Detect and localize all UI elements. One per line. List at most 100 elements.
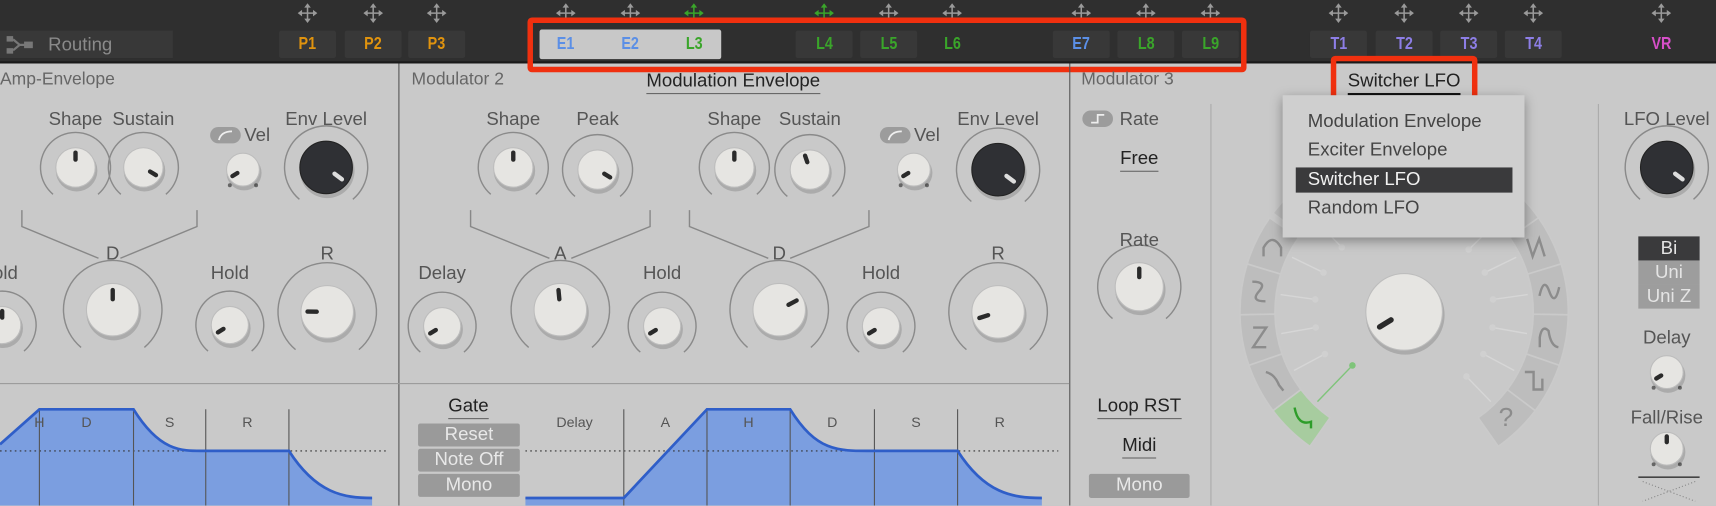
selector-spoke	[1281, 326, 1316, 335]
segment-label: A	[661, 415, 671, 431]
mod3-fall-rise-label: Fall/Rise	[1630, 407, 1703, 428]
knob-body	[861, 306, 901, 346]
sync-mode-selector[interactable]: Free	[1120, 148, 1159, 172]
knob-pointer	[215, 326, 226, 335]
modulator-2-title: Modulator 2	[411, 70, 504, 89]
mod2-d-label: D	[772, 242, 786, 264]
menu-item-exciter-envelope[interactable]: Exciter Envelope	[1308, 139, 1448, 161]
mod2-hold2-label: Hold	[861, 262, 901, 284]
mod2-hold1-label: Hold	[642, 262, 682, 284]
knob-pointer	[1654, 373, 1664, 381]
mod2-shape1-knob[interactable]	[469, 124, 557, 212]
menu-item-switcher-lfo[interactable]: Switcher LFO	[1308, 169, 1421, 191]
segment-label: D	[81, 415, 91, 431]
mod2-shape2-knob[interactable]	[691, 124, 779, 212]
s-curve-wave-segment[interactable]	[1239, 262, 1282, 316]
loop-reset-selector[interactable]: Loop RST	[1097, 395, 1182, 420]
amp-hold-knob[interactable]	[187, 282, 272, 367]
knob-body	[123, 147, 164, 188]
modulator-2-type-selector[interactable]: Modulation Envelope	[646, 70, 821, 95]
curve-icon	[887, 130, 902, 141]
rate-sync-toggle[interactable]	[1082, 110, 1114, 127]
selector-spoke	[1492, 293, 1528, 301]
knob-body	[971, 142, 1025, 197]
mod3-delay-knob[interactable]	[1642, 347, 1692, 397]
amp-env-level-knob[interactable]	[276, 117, 377, 218]
mod-envelope-graph[interactable]: Delay A H D S R	[525, 385, 1069, 506]
knob-pointer	[230, 170, 240, 179]
polarity-uni[interactable]: Uni	[1638, 260, 1700, 285]
hold-label-partial: old	[0, 262, 18, 284]
mod3-delay-label: Delay	[1642, 327, 1691, 349]
mod2-d-knob[interactable]	[721, 252, 837, 368]
knob-pointer	[428, 327, 438, 336]
step-icon	[1091, 114, 1105, 124]
mod3-fall-rise-knob[interactable]	[1642, 424, 1692, 474]
modulator-3-title: Modulator 3	[1081, 70, 1174, 89]
selector-spoke	[1492, 326, 1528, 335]
mod2-env-level-knob[interactable]	[948, 119, 1049, 220]
mod2-hold2-knob[interactable]	[838, 283, 923, 368]
sine-wave-segment[interactable]	[1526, 262, 1570, 316]
knob-body	[1649, 355, 1684, 390]
amp-env-level-label: Env Level	[285, 108, 367, 130]
knob-body	[422, 306, 462, 346]
amp-envelope-title: Amp-Envelope	[0, 70, 115, 89]
rate-toggle-label: Rate	[1119, 108, 1159, 130]
mod2-r-label: R	[991, 242, 1005, 264]
segment-label: D	[827, 415, 837, 431]
mono-button[interactable]: Mono	[1088, 473, 1190, 498]
amp-r-label: R	[320, 242, 334, 264]
gate-mode-selector[interactable]: Gate	[448, 395, 489, 420]
selector-spoke	[1483, 353, 1515, 372]
knob-pointer	[556, 287, 562, 302]
selector-spoke	[1293, 353, 1326, 372]
polarity-bi[interactable]: Bi	[1638, 236, 1700, 261]
midi-selector[interactable]: Midi	[1122, 434, 1157, 459]
curve-icon	[218, 130, 233, 141]
knob-pointer	[866, 327, 877, 336]
note-off-button[interactable]: Note Off	[418, 448, 520, 472]
menu-item-modulation-envelope[interactable]: Modulation Envelope	[1308, 111, 1482, 133]
mod2-sustain-label: Sustain	[778, 108, 841, 130]
knob-pointer	[802, 153, 810, 165]
fall-rise-indicator	[1638, 476, 1700, 502]
segment-label: R	[995, 415, 1005, 431]
mod2-a-knob[interactable]	[502, 252, 618, 368]
mod2-hold1-knob[interactable]	[619, 283, 704, 368]
mod3-lfo-level-label: LFO Level	[1623, 108, 1710, 130]
segment-label: R	[242, 415, 252, 431]
amp-d-knob[interactable]	[55, 252, 171, 368]
segment-label: S	[911, 415, 920, 431]
polarity-uni-z[interactable]: Uni Z	[1638, 284, 1700, 309]
reset-button[interactable]: Reset	[418, 423, 520, 447]
knob-body	[1365, 273, 1443, 351]
amp-hold-a-knob[interactable]	[0, 282, 45, 367]
selector-spoke	[1291, 256, 1324, 274]
mod2-r-knob[interactable]	[940, 254, 1056, 370]
mod2-delay-knob[interactable]	[399, 283, 484, 368]
mod3-lfo-level-knob[interactable]	[1616, 117, 1716, 218]
amp-envelope-graph[interactable]: HDSR	[0, 385, 398, 506]
amp-d-label: D	[106, 242, 120, 264]
amp-sustain-knob[interactable]	[100, 124, 188, 212]
knob-pointer	[602, 171, 613, 180]
amp-hold-label: Hold	[210, 262, 249, 284]
mod2-vel-knob[interactable]	[889, 144, 939, 194]
velocity-curve-toggle[interactable]	[879, 126, 911, 144]
knob-pointer	[147, 169, 159, 178]
mod3-switch-knob[interactable]	[1357, 265, 1451, 359]
knob-body	[752, 282, 807, 337]
velocity-curve-toggle[interactable]	[210, 126, 241, 144]
selector-spoke	[1484, 256, 1517, 274]
selector-spoke	[1316, 364, 1353, 403]
menu-item-random-lfo[interactable]: Random LFO	[1308, 197, 1420, 219]
amp-vel-knob[interactable]	[218, 144, 268, 194]
mod2-peak-knob[interactable]	[554, 126, 642, 214]
mono-button[interactable]: Mono	[418, 473, 520, 497]
mod2-sustain-knob[interactable]	[766, 126, 854, 214]
selector-spoke	[1465, 375, 1492, 403]
segment-label: S	[165, 415, 174, 431]
amp-r-knob[interactable]	[269, 254, 385, 370]
amp-sustain-label: Sustain	[112, 108, 175, 130]
